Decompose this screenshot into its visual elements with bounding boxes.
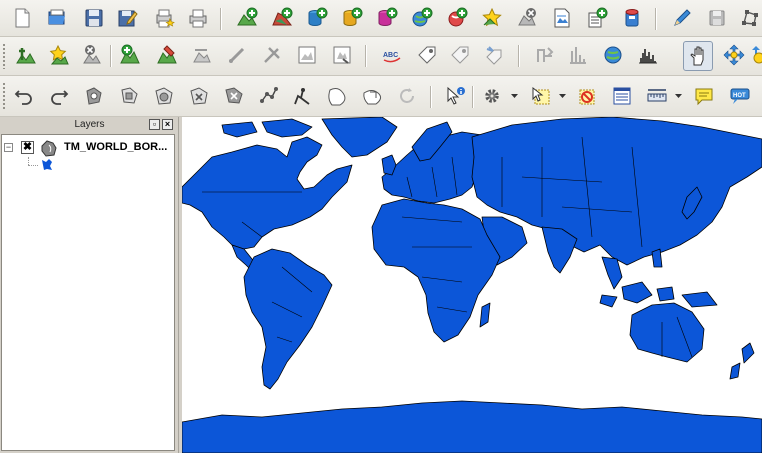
capture-tool-icon[interactable]: [260, 43, 284, 67]
move-label-icon[interactable]: [483, 43, 507, 67]
new-zealand: [729, 342, 755, 380]
reshape-icon[interactable]: [325, 84, 349, 108]
add-part-icon[interactable]: [117, 84, 141, 108]
save-as-icon[interactable]: [115, 6, 139, 30]
close-panel-button[interactable]: ×: [162, 119, 173, 130]
remove-layer-icon[interactable]: [515, 6, 539, 30]
new-shapefile-layer-icon[interactable]: [550, 6, 574, 30]
file-toolbar: [0, 0, 762, 37]
undo-icon[interactable]: [12, 84, 36, 108]
label-tool-icon[interactable]: [415, 43, 439, 67]
add-delimited-text-layer-icon[interactable]: [585, 6, 609, 30]
float-panel-button[interactable]: ▫: [149, 119, 160, 130]
layer-name[interactable]: TM_WORLD_BOR...: [64, 141, 167, 153]
simplify-icon[interactable]: [290, 84, 314, 108]
action-dropdown-icon[interactable]: [510, 84, 518, 108]
digitize-point-icon[interactable]: [225, 43, 249, 67]
zoom-full-extent-icon[interactable]: [722, 43, 746, 67]
madagascar: [479, 302, 491, 328]
measure-icon[interactable]: [645, 84, 669, 108]
add-polygon-layer-icon[interactable]: [118, 43, 142, 67]
add-raster-layer-icon[interactable]: [270, 6, 294, 30]
zoom-next-icon[interactable]: [744, 43, 762, 67]
add-postgis-layer-icon[interactable]: [305, 6, 329, 30]
add-vector-layer-icon[interactable]: [235, 6, 259, 30]
measure-dropdown-icon[interactable]: [674, 84, 682, 108]
antarctica: [182, 400, 762, 453]
add-wcs-layer-icon[interactable]: [445, 6, 469, 30]
save-project-icon[interactable]: [82, 6, 106, 30]
digitize-line-icon[interactable]: [190, 43, 214, 67]
svg-text:ABC: ABC: [383, 52, 398, 59]
pan-tool-icon[interactable]: [683, 41, 713, 71]
south-america: [243, 248, 333, 390]
digitize-polygon-icon[interactable]: [155, 43, 179, 67]
spell-check-icon[interactable]: ABC: [380, 43, 404, 67]
identify-globe-icon[interactable]: [601, 43, 625, 67]
indochina: [601, 256, 623, 290]
layer-visibility-checkbox[interactable]: ✖: [21, 141, 34, 154]
raster-histogram-icon[interactable]: [566, 43, 590, 67]
histogram-chart-icon[interactable]: [636, 43, 660, 67]
svg-text:HOT: HOT: [733, 93, 746, 99]
select-dropdown-icon[interactable]: [558, 84, 566, 108]
new-print-composer-icon[interactable]: [152, 6, 176, 30]
save-edits-icon[interactable]: [705, 6, 729, 30]
zoom-to-selection-icon[interactable]: [330, 43, 354, 67]
annotation-icon[interactable]: [692, 84, 716, 108]
deselect-features-icon[interactable]: [574, 84, 598, 108]
map-canvas[interactable]: [182, 117, 762, 453]
split-features-icon[interactable]: [257, 84, 281, 108]
digitize-toolbar: HOT: [0, 76, 762, 117]
polygon-layer-icon: [41, 140, 57, 157]
delete-ring-icon[interactable]: [187, 84, 211, 108]
map-tips-icon[interactable]: HOT: [728, 84, 752, 108]
legend-symbol-icon: [42, 159, 52, 170]
arctic-islands: [221, 118, 313, 138]
collapse-toggle[interactable]: −: [4, 143, 13, 152]
toggle-editing-icon[interactable]: [670, 6, 694, 30]
open-project-icon[interactable]: [45, 6, 69, 30]
layer-tree: − ✖ TM_WORLD_BOR...: [1, 134, 175, 451]
attribute-table-icon[interactable]: [610, 84, 634, 108]
add-spatialite-layer-icon[interactable]: [340, 6, 364, 30]
remove-layer-2-icon[interactable]: [80, 43, 104, 67]
new-guinea: [681, 291, 718, 308]
greenland: [321, 117, 398, 158]
node-tool-icon[interactable]: [738, 6, 762, 30]
layers-panel: Layers ▫ × − ✖ TM_WORLD_BOR...: [0, 117, 179, 453]
australia: [629, 302, 705, 363]
world-map: [182, 117, 762, 453]
delete-part-icon[interactable]: [222, 84, 246, 108]
layer-legend: [2, 157, 174, 173]
zoom-to-layer-icon[interactable]: [295, 43, 319, 67]
identify-icon[interactable]: [444, 84, 468, 108]
add-wms-layer-icon[interactable]: [410, 6, 434, 30]
add-mssql-layer-icon[interactable]: [375, 6, 399, 30]
offset-curve-icon[interactable]: [360, 84, 384, 108]
new-spatialite-layer-icon[interactable]: [620, 6, 644, 30]
select-features-icon[interactable]: [529, 84, 553, 108]
add-wfs-star-icon[interactable]: [47, 43, 71, 67]
redo-icon[interactable]: [47, 84, 71, 108]
add-ring-icon[interactable]: [82, 84, 106, 108]
add-wfs-layer-icon[interactable]: [480, 6, 504, 30]
add-vector-layer-2-icon[interactable]: [14, 43, 38, 67]
rotate-feature-icon[interactable]: [395, 84, 419, 108]
indonesia-borneo: [599, 281, 675, 308]
action-gear-icon[interactable]: [480, 84, 504, 108]
pin-label-icon[interactable]: [448, 43, 472, 67]
new-project-icon[interactable]: [10, 6, 34, 30]
philippines: [651, 248, 663, 268]
rotate-label-icon[interactable]: [533, 43, 557, 67]
layer-item[interactable]: − ✖ TM_WORLD_BOR...: [2, 139, 174, 157]
layer-toolbar: ABC: [0, 37, 762, 76]
fill-ring-icon[interactable]: [152, 84, 176, 108]
north-america: [182, 136, 353, 250]
print-icon[interactable]: [186, 6, 210, 30]
